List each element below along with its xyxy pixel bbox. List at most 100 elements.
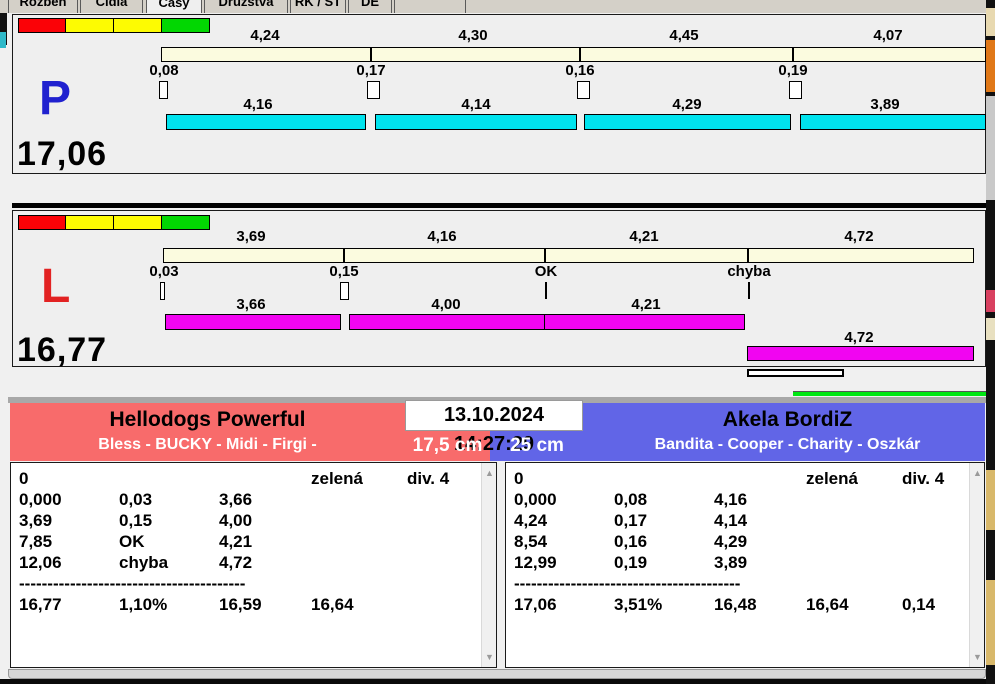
tab-casy[interactable]: Časy	[146, 0, 202, 13]
lane-l-panel: 3,69 4,16 4,21 4,72 0,03 0,15 OK chyba 3…	[12, 210, 986, 369]
total-net: 16,48	[714, 595, 757, 614]
cell-crossing: 0,17	[614, 511, 648, 530]
dog-time-label: 3,66	[236, 296, 266, 313]
team-left-jump-height: 17,5 cm	[412, 435, 483, 456]
cell-dogtime: 3,66	[219, 490, 253, 509]
cell-crossing: 0,16	[614, 532, 648, 551]
dog-time-label: 4,00	[431, 296, 461, 313]
cell-cumulative: 12,06	[19, 553, 62, 572]
tab-rk-st[interactable]: RK / ST	[290, 0, 346, 13]
total-net: 16,59	[219, 595, 262, 614]
crossing-marker-box	[340, 282, 349, 300]
total-time: 16,77	[19, 595, 62, 614]
split-divider	[544, 249, 546, 262]
dog-time-label: 4,21	[631, 296, 661, 313]
window-footer-strip	[8, 669, 986, 679]
status-block-yellow	[66, 18, 114, 33]
desktop-fragment	[986, 470, 995, 530]
desktop-fragment	[986, 96, 995, 200]
cell-dogtime: 4,16	[714, 490, 748, 509]
bar-divider	[544, 315, 545, 329]
dog-time-bar	[349, 314, 745, 330]
split-label: 4,72	[844, 228, 874, 245]
split-label: 4,21	[629, 228, 659, 245]
cell-dogtime: 4,29	[714, 532, 748, 551]
tab-label: Družstva	[218, 0, 274, 9]
scrollbar[interactable]: ▲ ▼	[481, 463, 496, 667]
tab-label: Rozbeh	[19, 0, 67, 9]
separator-dashes: ----------------------------------------	[514, 574, 741, 593]
crossing-label: 0,17	[356, 62, 386, 79]
cell-crossing: chyba	[119, 553, 169, 572]
status-block-green	[162, 215, 210, 230]
tab-de[interactable]: DE	[348, 0, 392, 13]
lane-l-total: 16,77	[17, 331, 108, 369]
crossing-marker-tick	[545, 282, 547, 299]
tab-label: Cidla	[95, 0, 128, 9]
tab-cidla[interactable]: Cidla	[80, 0, 143, 13]
desktop-fragment	[986, 290, 995, 312]
total-diff: 0,14	[902, 595, 936, 614]
cell-dogtime: 4,00	[219, 511, 253, 530]
cell-cumulative: 7,85	[19, 532, 53, 551]
team-right-name: Akela BordiZ	[722, 408, 853, 431]
crossing-label: 0,03	[149, 263, 179, 280]
lane-p-status-blocks	[18, 18, 210, 33]
datetime-box: 13.10.2024 14:27:29	[405, 400, 583, 455]
cell-cumulative: 0,000	[19, 490, 62, 509]
status-block-yellow	[114, 215, 162, 230]
crossing-marker-box	[577, 81, 590, 99]
list-row: 7,85 OK 4,21	[11, 532, 480, 553]
team-left-results-list: 0 zelená div. 4 0,000 0,03 3,66 3,69 0,1…	[10, 462, 497, 668]
division-text: div. 4	[407, 469, 450, 488]
total-time: 17,06	[514, 595, 557, 614]
split-label: 3,69	[236, 228, 266, 245]
scroll-down-icon[interactable]: ▼	[970, 649, 985, 665]
lane-l-split-bar	[163, 248, 974, 263]
start-value: 0	[19, 469, 29, 488]
dog-time-bar	[375, 114, 577, 130]
crossing-marker-box	[159, 81, 168, 99]
split-label: 4,30	[458, 27, 488, 44]
split-label: 4,24	[250, 27, 280, 44]
cell-dogtime: 4,14	[714, 511, 748, 530]
tab-empty[interactable]	[394, 0, 466, 13]
lane-p-letter: P	[39, 72, 72, 125]
lane-l-letter: L	[41, 260, 71, 313]
desktop-teal-fragment	[0, 32, 6, 48]
crossing-marker-box	[160, 282, 165, 300]
tab-druzstva[interactable]: Družstva	[204, 0, 288, 13]
crossing-label: 0,08	[149, 62, 179, 79]
cell-dogtime: 4,21	[219, 532, 253, 551]
split-divider	[792, 48, 794, 61]
lane-p-split-bar	[161, 47, 986, 62]
dog-time-label: 4,72	[844, 329, 874, 346]
tab-rozbeh[interactable]: Rozbeh	[8, 0, 78, 13]
dog-time-bar	[166, 114, 366, 130]
scroll-up-icon[interactable]: ▲	[970, 465, 985, 481]
split-divider	[370, 48, 372, 61]
lane-separator	[12, 203, 986, 208]
split-divider	[747, 249, 749, 262]
status-block-yellow	[114, 18, 162, 33]
scroll-down-icon[interactable]: ▼	[482, 649, 497, 665]
marker-rect	[747, 369, 844, 377]
crossing-label: chyba	[727, 263, 771, 280]
team-left-name: Hellodogs Powerful	[109, 408, 306, 431]
dog-time-label: 4,16	[243, 96, 273, 113]
cell-cumulative: 4,24	[514, 511, 548, 530]
cell-crossing: 0,08	[614, 490, 648, 509]
split-divider	[343, 249, 345, 262]
crossing-marker-tick	[748, 282, 750, 299]
totals-row: 17,06 3,51% 16,48 16,64 0,14	[506, 595, 968, 616]
status-block-yellow	[66, 215, 114, 230]
tab-label: Časy	[158, 0, 190, 10]
crossing-label: 0,19	[778, 62, 808, 79]
split-label: 4,45	[669, 27, 699, 44]
scroll-up-icon[interactable]: ▲	[482, 465, 497, 481]
lane-l-status-blocks	[18, 215, 210, 230]
lane-p-panel: 4,24 4,30 4,45 4,07 0,08 0,17 0,16 0,19 …	[12, 14, 986, 174]
scrollbar[interactable]: ▲ ▼	[969, 463, 984, 667]
dog-time-label: 4,14	[461, 96, 491, 113]
separator-row: ----------------------------------------	[506, 574, 968, 595]
